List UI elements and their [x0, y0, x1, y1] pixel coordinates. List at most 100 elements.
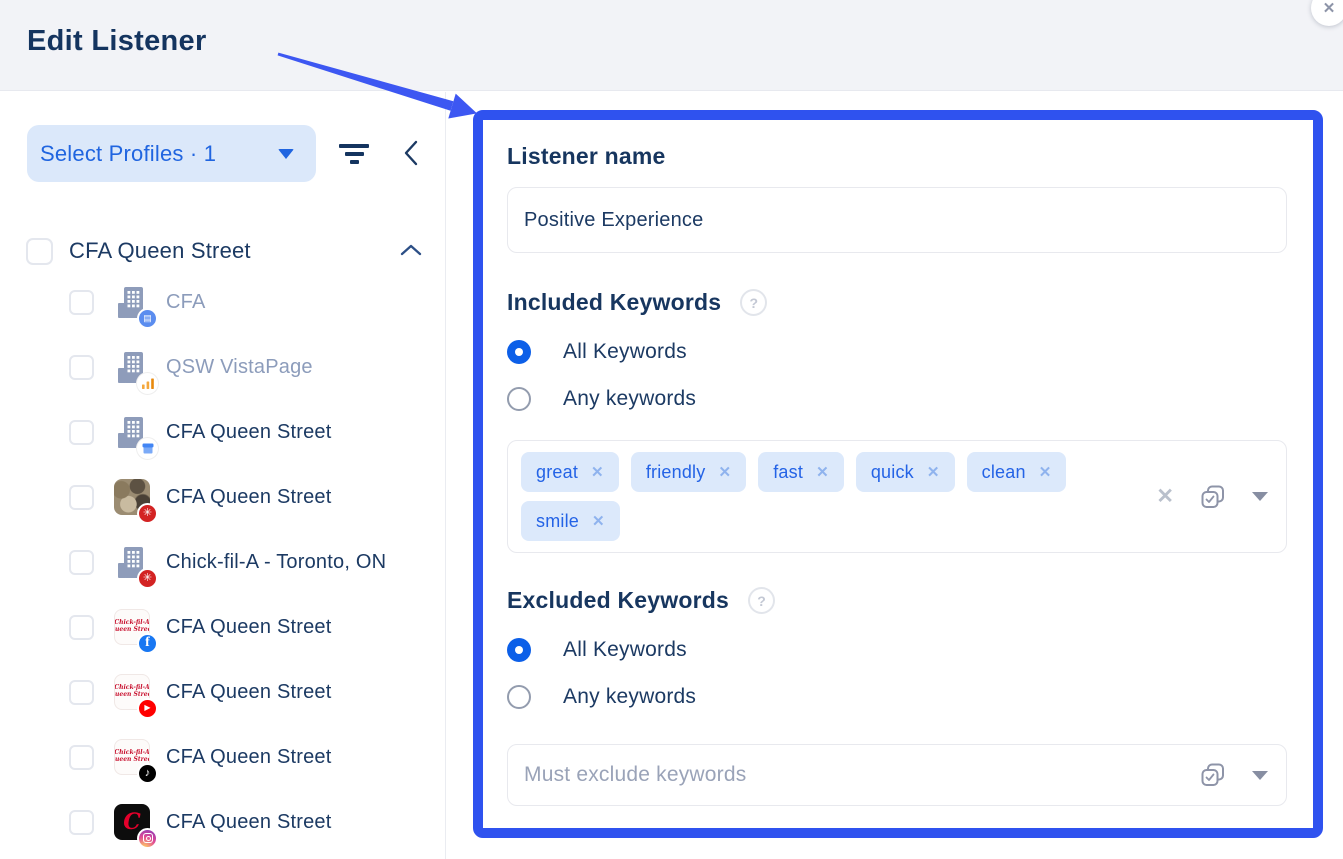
- profile-checkbox[interactable]: [69, 290, 94, 315]
- excluded-all-keywords-option[interactable]: All Keywords: [507, 638, 687, 662]
- chevron-up-icon[interactable]: [399, 243, 423, 257]
- profile-label: CFA Queen Street: [166, 616, 332, 639]
- included-any-keywords-label: Any keywords: [563, 387, 696, 411]
- profile-sidebar: Select Profiles · 1 CFA Queen Street ▤ CF…: [0, 92, 446, 859]
- listener-name-label: Listener name: [507, 143, 1288, 170]
- included-all-keywords-label: All Keywords: [563, 340, 687, 364]
- keyword-tag-label: fast: [773, 462, 803, 483]
- profile-group-row[interactable]: CFA Queen Street: [0, 234, 445, 268]
- radio-icon[interactable]: [507, 387, 531, 411]
- keyword-tag: fast ✕: [758, 452, 844, 492]
- profile-label: Chick-fil-A - Toronto, ON: [166, 551, 386, 574]
- listener-settings-panel: Listener name Included Keywords ? All Ke…: [473, 110, 1323, 838]
- remove-keyword-icon[interactable]: ✕: [591, 463, 604, 481]
- profile-row[interactable]: ✳ Chick-fil-A - Toronto, ON: [0, 530, 445, 595]
- keyword-tag: smile✕: [521, 501, 620, 541]
- profile-checkbox[interactable]: [69, 355, 94, 380]
- profile-checkbox[interactable]: [69, 810, 94, 835]
- profile-row[interactable]: ▤ CFA: [0, 270, 445, 335]
- profile-row[interactable]: ✳CFA Queen Street: [0, 465, 445, 530]
- google-business-badge-icon: [137, 438, 158, 459]
- profile-checkbox[interactable]: [69, 680, 94, 705]
- profile-avatar: Chick-fil-AQueen Street♪: [114, 739, 152, 777]
- remove-keyword-icon[interactable]: ✕: [718, 463, 731, 481]
- excluded-any-keywords-label: Any keywords: [563, 685, 696, 709]
- included-all-keywords-option[interactable]: All Keywords: [507, 340, 687, 364]
- profile-row[interactable]: Chick-fil-AQueen Street▶ CFA Queen Street: [0, 660, 445, 725]
- profile-label: CFA Queen Street: [166, 421, 332, 444]
- remove-keyword-icon[interactable]: ✕: [816, 463, 829, 481]
- profile-label: CFA Queen Street: [166, 746, 332, 769]
- profile-avatar: Chick-fil-AQueen Streetf: [114, 609, 152, 647]
- instagram-badge-icon: [137, 828, 158, 849]
- profile-list: ▤CFA QSW VistaPage CFA Queen Street✳CFA …: [0, 270, 445, 855]
- included-keywords-field[interactable]: great✕friendly✕fast✕quick✕clean✕smile✕ ✕: [507, 440, 1287, 553]
- profile-row[interactable]: Chick-fil-AQueen Streetf CFA Queen Street: [0, 595, 445, 660]
- excluded-keywords-title: Excluded Keywords: [507, 587, 729, 614]
- yelp-badge-icon: ✳: [137, 503, 158, 524]
- profile-avatar: [114, 414, 152, 452]
- keyword-tag: great✕: [521, 452, 619, 492]
- keyword-tag-label: friendly: [646, 462, 706, 483]
- profile-checkbox[interactable]: [69, 550, 94, 575]
- profile-checkbox[interactable]: [69, 485, 94, 510]
- radio-icon[interactable]: [507, 685, 531, 709]
- remove-keyword-icon[interactable]: ✕: [927, 463, 940, 481]
- select-profiles-label: Select Profiles · 1: [40, 141, 216, 167]
- profile-avatar: ✳: [114, 544, 152, 582]
- tiktok-badge-icon: ♪: [137, 763, 158, 784]
- dropdown-caret-icon[interactable]: [1252, 492, 1268, 501]
- excluded-keywords-input[interactable]: [510, 763, 1136, 787]
- profile-row[interactable]: QSW VistaPage: [0, 335, 445, 400]
- filter-icon: [339, 144, 369, 148]
- select-profiles-dropdown[interactable]: Select Profiles · 1: [27, 125, 316, 182]
- chevron-down-icon: [278, 149, 294, 159]
- included-keywords-title: Included Keywords: [507, 289, 721, 316]
- profile-avatar: C: [114, 804, 152, 842]
- keyword-tag: clean✕: [967, 452, 1067, 492]
- facebook-badge-icon: f: [137, 633, 158, 654]
- included-help-icon[interactable]: ?: [740, 289, 767, 316]
- profile-label: CFA: [166, 291, 206, 314]
- profile-row[interactable]: CFA Queen Street: [0, 400, 445, 465]
- profile-label: CFA Queen Street: [166, 681, 332, 704]
- excluded-keywords-field[interactable]: [507, 744, 1287, 806]
- listener-name-input[interactable]: [507, 187, 1287, 253]
- copy-icon[interactable]: [1199, 761, 1227, 789]
- directory-badge-icon: ▤: [137, 308, 158, 329]
- radio-icon[interactable]: [507, 638, 531, 662]
- clear-all-icon[interactable]: ✕: [1156, 486, 1174, 507]
- remove-keyword-icon[interactable]: ✕: [1039, 463, 1052, 481]
- analytics-badge-icon: [137, 373, 158, 394]
- group-checkbox[interactable]: [26, 238, 53, 265]
- remove-keyword-icon[interactable]: ✕: [592, 512, 605, 530]
- profile-row[interactable]: Chick-fil-AQueen Street♪ CFA Queen Street: [0, 725, 445, 790]
- profile-checkbox[interactable]: [69, 615, 94, 640]
- included-any-keywords-option[interactable]: Any keywords: [507, 387, 696, 411]
- profile-row[interactable]: C CFA Queen Street: [0, 790, 445, 855]
- collapse-sidebar-button[interactable]: [396, 134, 426, 172]
- profile-checkbox[interactable]: [69, 420, 94, 445]
- included-keyword-tags: great✕friendly✕fast✕quick✕clean✕smile✕: [521, 452, 1121, 541]
- close-icon: ✕: [1323, 0, 1336, 17]
- profile-avatar: [114, 349, 152, 387]
- keyword-tag: friendly ✕: [631, 452, 746, 492]
- profile-label: QSW VistaPage: [166, 356, 313, 379]
- group-label: CFA Queen Street: [69, 238, 251, 264]
- filter-button[interactable]: [336, 136, 372, 172]
- profile-avatar: Chick-fil-AQueen Street▶: [114, 674, 152, 712]
- radio-icon[interactable]: [507, 340, 531, 364]
- excluded-help-icon[interactable]: ?: [748, 587, 775, 614]
- page-title: Edit Listener: [27, 25, 207, 58]
- excluded-all-keywords-label: All Keywords: [563, 638, 687, 662]
- keyword-tag-label: quick: [871, 462, 914, 483]
- profile-checkbox[interactable]: [69, 745, 94, 770]
- dropdown-caret-icon[interactable]: [1252, 771, 1268, 780]
- yelp-badge-icon: ✳: [137, 568, 158, 589]
- excluded-any-keywords-option[interactable]: Any keywords: [507, 685, 696, 709]
- profile-avatar: ▤: [114, 284, 152, 322]
- profile-label: CFA Queen Street: [166, 811, 332, 834]
- profile-avatar: ✳: [114, 479, 152, 517]
- copy-icon[interactable]: [1199, 483, 1227, 511]
- youtube-badge-icon: ▶: [137, 698, 158, 719]
